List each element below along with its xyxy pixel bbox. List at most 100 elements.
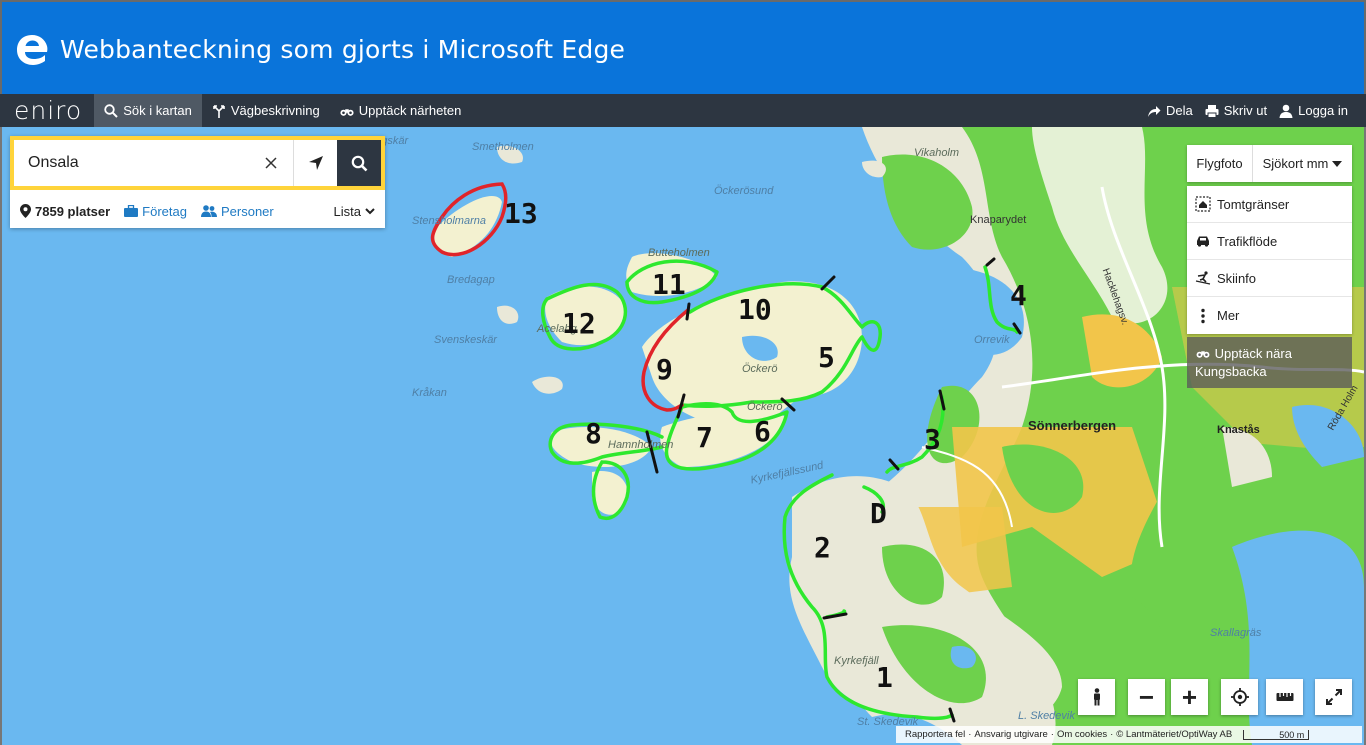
layer-menu: Tomtgränser Trafikflöde Skiinfo Mer	[1187, 186, 1352, 334]
zoom-in-icon: +	[1181, 682, 1198, 712]
location-arrow-icon	[308, 156, 323, 170]
more-vertical-icon	[1201, 308, 1205, 323]
printer-icon	[1205, 104, 1219, 118]
user-icon	[1279, 104, 1293, 118]
chevron-down-icon	[365, 207, 375, 214]
separator: ·	[1110, 729, 1114, 740]
annotation-label: 2	[814, 531, 831, 564]
filter-companies-label: Företag	[142, 203, 187, 219]
zoom-out-button[interactable]: −	[1128, 679, 1165, 715]
close-icon	[265, 157, 277, 169]
eniro-logo[interactable]: eniro	[0, 94, 94, 127]
locate-icon	[1230, 688, 1249, 706]
aerial-photo-tab[interactable]: Flygfoto	[1187, 145, 1253, 182]
nav-discover-nearby-label: Upptäck närheten	[358, 103, 462, 118]
results-bar: 7859 platser Företag Personer Lista	[10, 194, 385, 228]
nav-directions[interactable]: Vägbeskrivning	[202, 94, 330, 127]
layer-more-label: Mer	[1217, 308, 1240, 323]
annotation-label: 12	[562, 307, 596, 340]
search-icon	[104, 103, 118, 118]
annotation-label: 9	[656, 353, 673, 386]
fullscreen-icon	[1325, 689, 1342, 705]
clear-search-button[interactable]	[249, 140, 293, 186]
skier-icon	[1195, 271, 1211, 285]
pegman-icon	[1093, 688, 1100, 706]
layer-property-boundaries[interactable]: Tomtgränser	[1187, 186, 1352, 223]
annotation-label: 13	[504, 197, 538, 230]
responsible-publisher-link[interactable]: Ansvarig utgivare	[974, 729, 1047, 740]
separator: ·	[1050, 729, 1054, 740]
people-icon	[200, 205, 217, 217]
binoculars-icon	[1196, 351, 1210, 358]
annotation-label: 10	[738, 293, 772, 326]
annotation-label: 3	[924, 423, 941, 456]
street-view-button[interactable]	[1078, 679, 1115, 715]
search-box	[10, 136, 385, 190]
filter-persons-label: Personer	[220, 203, 274, 219]
map-type-switcher: Flygfoto Sjökort mm	[1187, 145, 1352, 182]
edge-logo-icon	[17, 35, 48, 65]
filter-companies[interactable]: Företag	[124, 204, 187, 219]
annotation-label: 6	[754, 415, 771, 448]
layer-traffic[interactable]: Trafikflöde	[1187, 223, 1352, 260]
nav-search-map[interactable]: Sök i kartan	[94, 94, 202, 127]
map-attribution: Rapportera fel · Ansvarig utgivare · Om …	[896, 726, 1362, 743]
car-icon	[1197, 236, 1209, 247]
edge-title-bar: Webbanteckning som gjorts i Microsoft Ed…	[0, 0, 1366, 94]
annotation-label: 1	[876, 661, 893, 694]
ruler-icon	[1276, 693, 1293, 701]
result-count-label: 7859 platser	[35, 203, 111, 219]
search-inner	[14, 140, 381, 186]
annotation-label: 5	[818, 341, 835, 374]
search-input[interactable]	[14, 140, 249, 186]
map-type-label: Sjökort mm	[1262, 156, 1329, 171]
annotation-label: 4	[1010, 279, 1027, 312]
result-count: 7859 platser	[20, 204, 110, 219]
list-view-label: Lista	[333, 203, 361, 219]
search-submit-button[interactable]	[337, 140, 381, 186]
report-error-link[interactable]: Rapportera fel	[905, 729, 965, 740]
caret-down-icon	[1332, 160, 1343, 167]
separator: ·	[968, 729, 972, 740]
print-label: Skriv ut	[1223, 103, 1268, 118]
cookies-link[interactable]: Om cookies	[1057, 729, 1107, 740]
briefcase-icon	[124, 205, 139, 217]
zoom-out-icon: −	[1138, 682, 1155, 712]
print-button[interactable]: Skriv ut	[1199, 94, 1273, 127]
share-icon	[1148, 105, 1161, 117]
search-icon	[351, 155, 367, 171]
search-panel: 7859 platser Företag Personer Lista	[10, 136, 385, 228]
fullscreen-button[interactable]	[1315, 679, 1352, 715]
directions-icon	[213, 104, 225, 118]
layer-more[interactable]: Mer	[1187, 297, 1352, 334]
annotation-label: D	[870, 497, 887, 530]
list-view-toggle[interactable]: Lista	[334, 204, 375, 219]
top-navigation: eniro Sök i kartan Vägbeskrivning Upptäc…	[0, 94, 1366, 127]
nav-directions-label: Vägbeskrivning	[230, 103, 320, 118]
binoculars-icon	[340, 108, 354, 116]
map-scale: 500 m	[1243, 729, 1310, 740]
measure-button[interactable]	[1266, 679, 1303, 715]
my-location-button[interactable]	[293, 140, 337, 186]
layer-ski-info[interactable]: Skiinfo	[1187, 260, 1352, 297]
window-title: Webbanteckning som gjorts i Microsoft Ed…	[60, 35, 626, 64]
annotation-label: 11	[652, 268, 686, 301]
share-label: Dela	[1166, 103, 1193, 118]
nav-right-actions: Dela Skriv ut Logga in	[1141, 94, 1366, 127]
locate-me-button[interactable]	[1221, 679, 1258, 715]
login-button[interactable]: Logga in	[1273, 94, 1354, 127]
map-type-dropdown[interactable]: Sjökort mm	[1253, 145, 1352, 182]
layer-ski-info-label: Skiinfo	[1217, 270, 1257, 286]
annotation-label: 8	[585, 417, 602, 450]
share-button[interactable]: Dela	[1141, 94, 1199, 127]
filter-persons[interactable]: Personer	[200, 203, 274, 219]
nav-search-map-label: Sök i kartan	[123, 103, 192, 118]
zoom-in-button[interactable]: +	[1171, 679, 1208, 715]
nav-discover-nearby[interactable]: Upptäck närheten	[330, 94, 472, 127]
copyright-text: © Lantmäteriet/OptiWay AB	[1116, 729, 1233, 740]
map-pin-icon	[20, 204, 31, 218]
annotation-label: 7	[696, 421, 713, 454]
layer-traffic-label: Trafikflöde	[1217, 233, 1278, 249]
discover-nearby-button[interactable]: Upptäck nära Kungsbacka	[1187, 337, 1352, 388]
layer-property-boundaries-label: Tomtgränser	[1217, 196, 1290, 212]
